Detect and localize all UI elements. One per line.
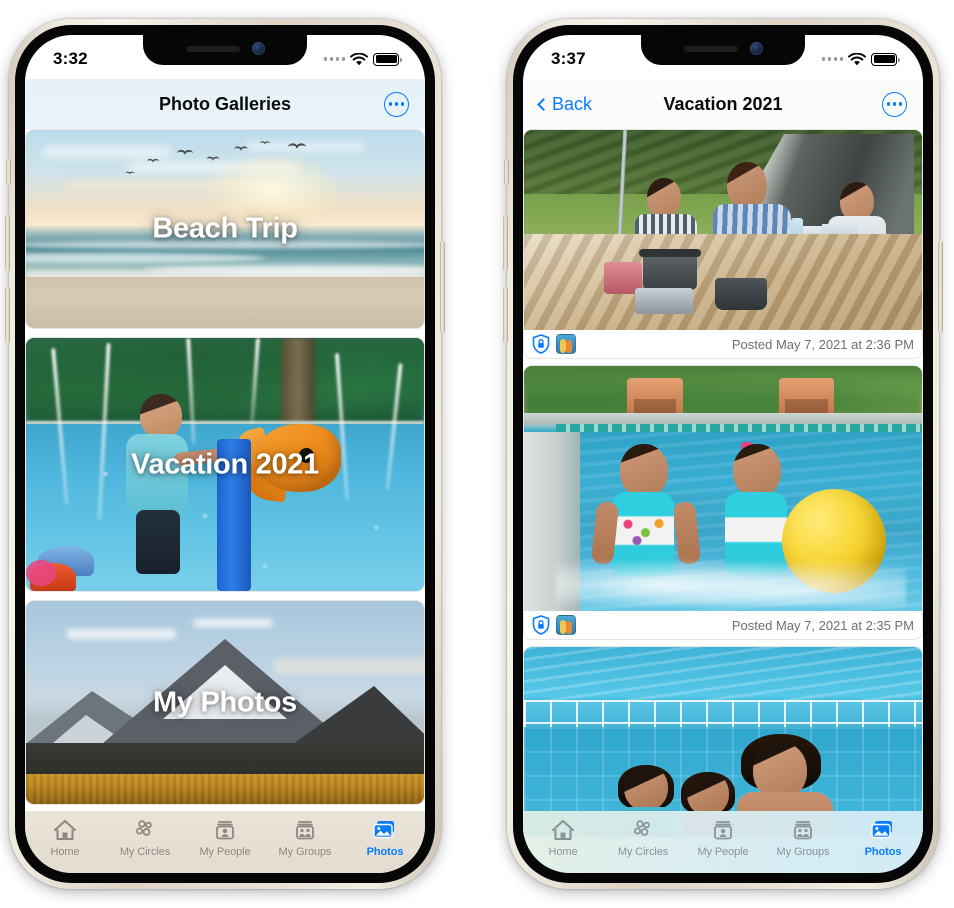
tab-label: My Circles bbox=[119, 846, 171, 858]
home-icon bbox=[53, 817, 77, 843]
power-button[interactable] bbox=[938, 241, 943, 333]
back-button[interactable]: Back bbox=[537, 93, 593, 115]
gallery-list-content[interactable]: Beach Trip Vacation 2021 My Photos bbox=[25, 129, 425, 873]
back-button-label: Back bbox=[552, 93, 593, 114]
phone-left: 3:32 Photo Galleries Beach Trip Vacation… bbox=[5, 19, 445, 889]
shield-lock-icon[interactable] bbox=[532, 334, 550, 354]
more-options-button[interactable] bbox=[882, 91, 907, 117]
status-time: 3:37 bbox=[551, 48, 586, 68]
power-button[interactable] bbox=[440, 241, 445, 333]
more-options-button[interactable] bbox=[384, 91, 409, 117]
photo-pool-girls-ball[interactable] bbox=[524, 366, 922, 611]
tab-label: Photos bbox=[366, 846, 404, 858]
page-title: Photo Galleries bbox=[158, 93, 292, 114]
photo-posted-timestamp: Posted May 7, 2021 at 2:36 PM bbox=[731, 336, 914, 352]
group-card-icon bbox=[293, 817, 317, 843]
gallery-card-title: My Photos bbox=[153, 686, 297, 718]
tab-home[interactable]: Home bbox=[523, 817, 603, 858]
volume-down-button[interactable] bbox=[5, 287, 10, 343]
mute-switch[interactable] bbox=[6, 159, 11, 185]
tab-label: Home bbox=[548, 846, 578, 858]
phone-screen-right: 3:37 Back Vacation 2021 Posted May 7, 20… bbox=[523, 35, 923, 873]
pool-dad-kids-image bbox=[524, 647, 922, 837]
tab-my-groups[interactable]: My Groups bbox=[265, 817, 345, 858]
photo-pool-dad-kids[interactable] bbox=[524, 647, 922, 837]
tab-label: My Groups bbox=[278, 846, 332, 858]
circles-icon bbox=[133, 817, 157, 843]
tab-label: Home bbox=[50, 846, 80, 858]
status-time: 3:32 bbox=[53, 48, 88, 68]
signal-dots-icon bbox=[323, 57, 345, 61]
notch-right bbox=[641, 35, 805, 65]
wifi-icon bbox=[848, 52, 866, 65]
tab-my-people[interactable]: My People bbox=[683, 817, 763, 858]
photo-thumbnail-avatar[interactable] bbox=[556, 615, 576, 635]
photo-thumbnail-avatar[interactable] bbox=[556, 334, 576, 354]
gallery-card-beach-trip[interactable]: Beach Trip bbox=[25, 129, 425, 329]
photo-card[interactable]: Posted May 7, 2021 at 2:36 PM bbox=[523, 129, 923, 359]
tab-label: My Groups bbox=[776, 846, 830, 858]
gallery-card-title: Beach Trip bbox=[152, 212, 298, 245]
notch-left bbox=[143, 35, 307, 65]
photo-card[interactable]: Posted May 7, 2021 at 2:35 PM bbox=[523, 365, 923, 640]
tab-photos[interactable]: Photos bbox=[843, 817, 923, 858]
front-camera-icon bbox=[749, 42, 763, 55]
volume-up-button[interactable] bbox=[503, 215, 508, 271]
person-card-icon bbox=[213, 817, 237, 843]
tab-label: Photos bbox=[864, 846, 902, 858]
tab-my-circles[interactable]: My Circles bbox=[105, 817, 185, 858]
battery-full-icon bbox=[373, 52, 402, 66]
phone-screen-left: 3:32 Photo Galleries Beach Trip Vacation… bbox=[25, 35, 425, 873]
tab-bar-left[interactable]: Home My Circles My People My Groups Phot… bbox=[25, 811, 425, 873]
tab-home[interactable]: Home bbox=[25, 817, 105, 858]
person-card-icon bbox=[711, 817, 735, 843]
phone-bezel-left: 3:32 Photo Galleries Beach Trip Vacation… bbox=[15, 25, 435, 883]
pool-girls-ball-image bbox=[524, 366, 922, 611]
tab-my-groups[interactable]: My Groups bbox=[763, 817, 843, 858]
tab-label: My People bbox=[199, 846, 251, 858]
tab-bar-right[interactable]: Home My Circles My People My Groups Phot… bbox=[523, 811, 923, 873]
battery-full-icon bbox=[871, 52, 900, 66]
volume-up-button[interactable] bbox=[5, 215, 10, 271]
chevron-left-icon bbox=[537, 97, 550, 111]
photos-icon bbox=[372, 817, 398, 843]
gallery-list: Beach Trip Vacation 2021 My Photos bbox=[25, 129, 425, 805]
status-indicators bbox=[821, 52, 900, 66]
home-icon bbox=[551, 817, 575, 843]
gallery-card-title: Vacation 2021 bbox=[131, 448, 319, 480]
tab-my-circles[interactable]: My Circles bbox=[603, 817, 683, 858]
nav-bar-left: Photo Galleries bbox=[25, 79, 425, 129]
screenshot-stage: 3:32 Photo Galleries Beach Trip Vacation… bbox=[0, 0, 954, 908]
earpiece-speaker-icon bbox=[185, 45, 240, 52]
tab-label: My Circles bbox=[617, 846, 669, 858]
status-indicators bbox=[323, 52, 402, 66]
tab-my-people[interactable]: My People bbox=[185, 817, 265, 858]
group-card-icon bbox=[791, 817, 815, 843]
tab-photos[interactable]: Photos bbox=[345, 817, 425, 858]
photo-meta: Posted May 7, 2021 at 2:35 PM bbox=[524, 611, 922, 639]
earpiece-speaker-icon bbox=[683, 45, 738, 52]
circles-icon bbox=[631, 817, 655, 843]
shield-lock-icon[interactable] bbox=[532, 615, 550, 635]
front-camera-icon bbox=[251, 42, 265, 55]
volume-down-button[interactable] bbox=[503, 287, 508, 343]
nav-bar-right: Back Vacation 2021 bbox=[523, 79, 923, 129]
mute-switch[interactable] bbox=[504, 159, 509, 185]
photo-camping-family[interactable] bbox=[524, 130, 922, 330]
photo-card[interactable] bbox=[523, 646, 923, 838]
phone-right: 3:37 Back Vacation 2021 Posted May 7, 20… bbox=[503, 19, 943, 889]
wifi-icon bbox=[350, 52, 368, 65]
photo-feed: Posted May 7, 2021 at 2:36 PM Posted May… bbox=[523, 129, 923, 838]
tab-label: My People bbox=[697, 846, 749, 858]
gallery-card-my-photos[interactable]: My Photos bbox=[25, 600, 425, 805]
photo-posted-timestamp: Posted May 7, 2021 at 2:35 PM bbox=[731, 617, 914, 633]
photos-icon bbox=[870, 817, 896, 843]
gallery-card-vacation-2021[interactable]: Vacation 2021 bbox=[25, 337, 425, 592]
photo-feed-content[interactable]: Posted May 7, 2021 at 2:36 PM Posted May… bbox=[523, 129, 923, 873]
phone-bezel-right: 3:37 Back Vacation 2021 Posted May 7, 20… bbox=[513, 25, 933, 883]
signal-dots-icon bbox=[821, 57, 843, 61]
camping-family-image bbox=[524, 130, 922, 330]
photo-meta: Posted May 7, 2021 at 2:36 PM bbox=[524, 330, 922, 358]
